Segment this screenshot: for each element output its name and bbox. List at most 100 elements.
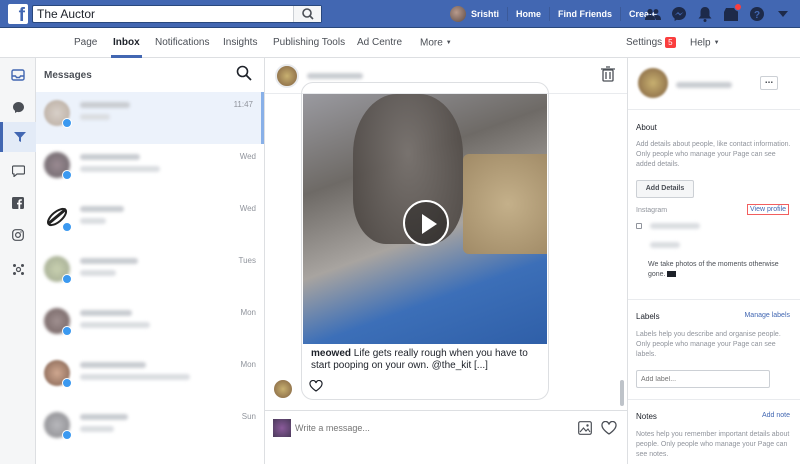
facebook-icon: [12, 197, 24, 209]
messenger-icon[interactable]: [669, 4, 689, 24]
top-bar: f Srishti Home Find Friends Create ?: [0, 0, 800, 28]
chevron-down-icon: ▼: [713, 40, 720, 46]
find-friends-link[interactable]: Find Friends: [550, 7, 622, 21]
avatar[interactable]: [275, 64, 299, 88]
rail-filter[interactable]: [0, 122, 36, 152]
home-link[interactable]: Home: [508, 7, 551, 21]
about-title: About: [636, 123, 657, 132]
messenger-badge-icon: [62, 430, 72, 440]
notes-text: Notes help you remember important detail…: [636, 431, 790, 458]
friend-requests-icon[interactable]: [643, 4, 663, 24]
avatar[interactable]: [638, 68, 668, 98]
add-details-button[interactable]: Add Details: [636, 180, 694, 198]
notifications-icon[interactable]: [695, 4, 715, 24]
rail-inbox[interactable]: [0, 60, 36, 90]
rail-facebook[interactable]: [0, 188, 36, 218]
caption-tail: @the_kit [...]: [431, 360, 488, 371]
conversation-time: Mon: [240, 308, 256, 317]
heart-icon[interactable]: [601, 421, 617, 435]
redacted-name: [80, 414, 128, 420]
avatar: [450, 6, 466, 22]
help-link[interactable]: Help ▼: [690, 28, 720, 58]
search-icon[interactable]: [236, 65, 252, 81]
conversation-item[interactable]: Wed: [36, 196, 264, 248]
caption-username: meowed: [311, 348, 352, 359]
view-profile-link[interactable]: View profile: [747, 204, 790, 215]
play-button[interactable]: [403, 200, 449, 246]
conversation-item[interactable]: Mon: [36, 352, 264, 404]
redacted-name: [80, 206, 124, 212]
shared-video-thumbnail[interactable]: [303, 94, 547, 344]
redacted-handle: [650, 223, 700, 229]
redacted-snippet: [80, 426, 114, 432]
tab-inbox[interactable]: Inbox: [111, 28, 142, 58]
messenger-badge-icon: [62, 222, 72, 232]
search-box[interactable]: [32, 5, 322, 23]
redacted-snippet: [80, 166, 160, 172]
pages-icon[interactable]: [721, 3, 742, 24]
help-icon[interactable]: ?: [747, 4, 767, 24]
rail-messenger[interactable]: [0, 92, 36, 122]
more-options-button[interactable]: ...: [760, 76, 778, 90]
instagram-checkbox[interactable]: [636, 223, 642, 229]
clapper-emoji-icon: [667, 271, 677, 278]
redacted-name: [80, 154, 140, 160]
rail-comments[interactable]: [0, 156, 36, 186]
conversation-item[interactable]: Mon: [36, 300, 264, 352]
scrollbar[interactable]: [620, 380, 624, 406]
about-section: About Add details about people, like con…: [628, 110, 800, 300]
search-button[interactable]: [293, 6, 321, 22]
tab-publishing-tools[interactable]: Publishing Tools: [273, 28, 345, 58]
conversation-item[interactable]: Tues: [36, 248, 264, 300]
rail-automated-responses[interactable]: [0, 254, 36, 284]
labels-section: Labels Manage labels Labels help you des…: [628, 300, 800, 400]
search-input[interactable]: [33, 6, 288, 22]
messenger-badge-icon: [62, 118, 72, 128]
conversation-time: Sun: [241, 412, 256, 421]
tab-page[interactable]: Page: [74, 28, 97, 58]
tab-ad-centre[interactable]: Ad Centre: [357, 28, 402, 58]
conversation-item[interactable]: Sun: [36, 404, 264, 456]
conversation-item[interactable]: Wed: [36, 144, 264, 196]
tab-more[interactable]: More ▼: [420, 28, 452, 58]
contact-header: ...: [628, 58, 800, 110]
tab-insights[interactable]: Insights: [223, 28, 257, 58]
notification-badge: [734, 3, 742, 11]
messenger-icon: [12, 101, 24, 113]
add-note-link[interactable]: Add note: [762, 412, 790, 419]
facebook-logo-icon[interactable]: f: [8, 4, 28, 24]
inbox-tray-icon: [11, 69, 25, 81]
account-menu-icon[interactable]: [773, 4, 793, 24]
heart-icon[interactable]: [309, 380, 323, 392]
conversation-time: Mon: [240, 360, 256, 369]
redacted-stat: [650, 242, 680, 248]
add-label-input[interactable]: [636, 370, 770, 388]
rail-instagram[interactable]: [0, 220, 36, 250]
messenger-badge-icon: [62, 170, 72, 180]
conversation-panel: meowed Life gets really rough when you h…: [265, 58, 628, 464]
conversation-item[interactable]: 11:47: [36, 92, 264, 144]
tab-notifications[interactable]: Notifications: [155, 28, 209, 58]
svg-text:?: ?: [754, 10, 760, 21]
trash-icon[interactable]: [601, 66, 615, 82]
messenger-badge-icon: [62, 326, 72, 336]
chevron-down-icon: ▼: [445, 40, 452, 46]
litter-image: [463, 154, 547, 254]
profile-link[interactable]: Srishti: [442, 6, 509, 22]
redacted-name: [80, 362, 146, 368]
messenger-badge-icon: [62, 274, 72, 284]
redacted-snippet: [80, 322, 150, 328]
redacted-snippet: [80, 270, 116, 276]
redacted-snippet: [80, 114, 110, 120]
inbox-channel-rail: [0, 58, 36, 464]
labels-title: Labels: [636, 312, 660, 321]
redacted-name: [307, 73, 363, 79]
notes-section: Notes Add note Notes help you remember i…: [628, 400, 800, 464]
photo-icon[interactable]: [578, 421, 592, 435]
sender-avatar: [274, 380, 292, 398]
message-input[interactable]: [295, 423, 495, 433]
notes-title: Notes: [636, 412, 657, 421]
manage-labels-link[interactable]: Manage labels: [744, 312, 790, 319]
settings-link[interactable]: Settings 5: [626, 28, 676, 58]
filter-icon: [13, 132, 26, 142]
